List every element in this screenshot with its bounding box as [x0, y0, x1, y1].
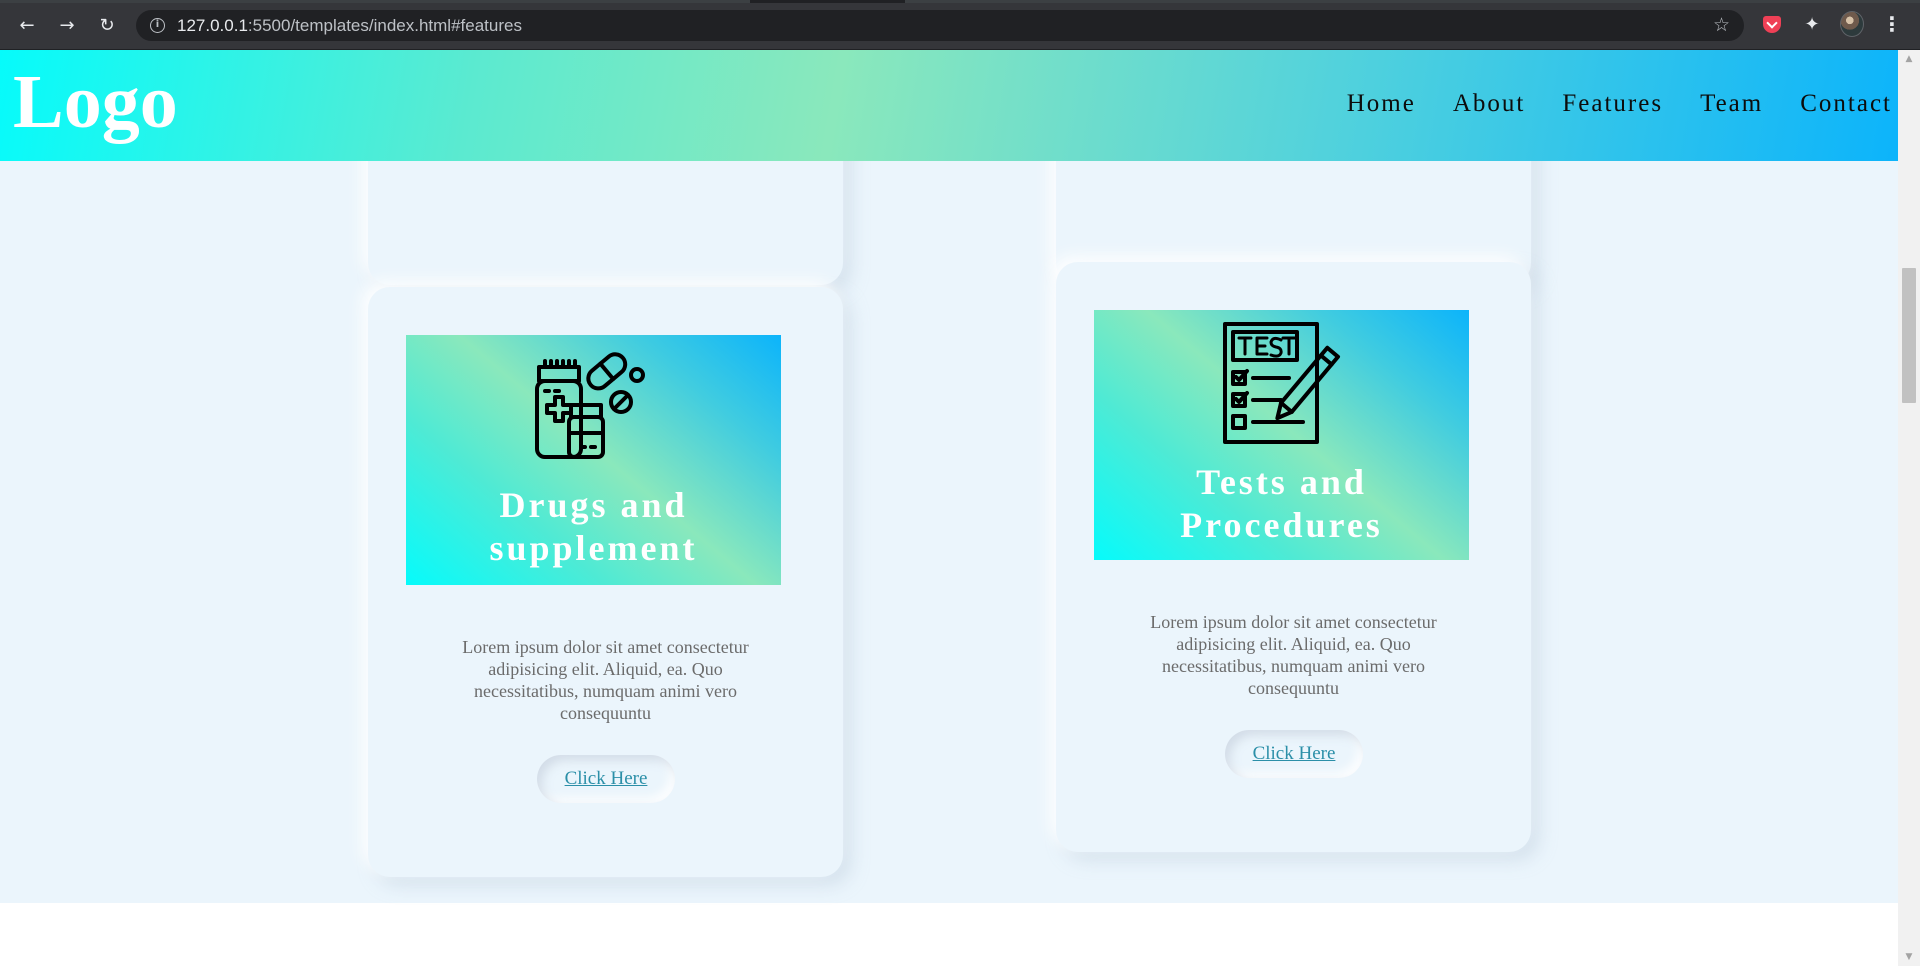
card-title: Drugs and supplement [489, 485, 698, 568]
card-header: Drugs and supplement [406, 335, 781, 585]
card-title: Tests and Procedures [1180, 462, 1383, 545]
click-here-button[interactable]: Click Here [537, 755, 675, 803]
nav-team[interactable]: Team [1700, 90, 1763, 118]
extensions-button[interactable]: ✦ [1800, 12, 1824, 36]
puzzle-icon: ✦ [1804, 13, 1820, 35]
features-section [0, 50, 1898, 903]
profile-button[interactable] [1840, 11, 1864, 37]
nav-home[interactable]: Home [1347, 90, 1416, 118]
forward-arrow-icon[interactable]: → [52, 10, 82, 40]
tab-strip [0, 0, 1920, 3]
scroll-up-icon[interactable]: ▲ [1898, 50, 1920, 68]
pocket-icon [1763, 15, 1781, 33]
card-header: Tests and Procedures [1094, 310, 1469, 560]
menu-icon: ⋮ [1882, 12, 1902, 36]
tab[interactable] [0, 0, 750, 3]
address-bar[interactable]: i 127.0.0.1:5500/templates/index.html#fe… [136, 10, 1744, 41]
tab[interactable] [905, 0, 1920, 3]
feature-card-tests: Tests and Procedures Lorem ipsum dolor s… [1056, 262, 1531, 852]
url-path: :5500/templates/index.html#features [247, 15, 522, 35]
test-checklist-icon [1219, 322, 1344, 449]
feature-card-drugs: Drugs and supplement Lorem ipsum dolor s… [368, 287, 843, 877]
site-header: Logo Home About Features Team Contact [0, 50, 1898, 161]
page-viewport: Logo Home About Features Team Contact Dr… [0, 50, 1898, 966]
page-scrollbar[interactable]: ▲ ▼ [1898, 50, 1920, 966]
nav-features[interactable]: Features [1562, 90, 1663, 118]
logo[interactable]: Logo [13, 64, 178, 140]
medicine-bottles-icon [531, 347, 656, 472]
card-text: Lorem ipsum dolor sit amet consectetur a… [1150, 612, 1437, 698]
nav-contact[interactable]: Contact [1800, 90, 1892, 118]
pocket-extension[interactable] [1760, 12, 1784, 36]
reload-icon[interactable]: ↻ [92, 10, 122, 40]
star-icon[interactable]: ☆ [1713, 14, 1730, 36]
url-host: 127.0.0.1 [177, 15, 248, 35]
avatar [1840, 11, 1864, 37]
nav-about[interactable]: About [1453, 90, 1526, 118]
scroll-down-icon[interactable]: ▼ [1898, 948, 1920, 966]
info-icon[interactable]: i [150, 18, 165, 33]
menu-button[interactable]: ⋮ [1880, 12, 1904, 36]
card-text: Lorem ipsum dolor sit amet consectetur a… [462, 637, 749, 723]
main-nav: Home About Features Team Contact [1347, 90, 1892, 118]
browser-toolbar: ← → ↻ i 127.0.0.1:5500/templates/index.h… [0, 0, 1920, 50]
click-here-button[interactable]: Click Here [1225, 730, 1363, 778]
back-arrow-icon[interactable]: ← [12, 10, 42, 40]
scrollbar-thumb[interactable] [1902, 268, 1916, 403]
